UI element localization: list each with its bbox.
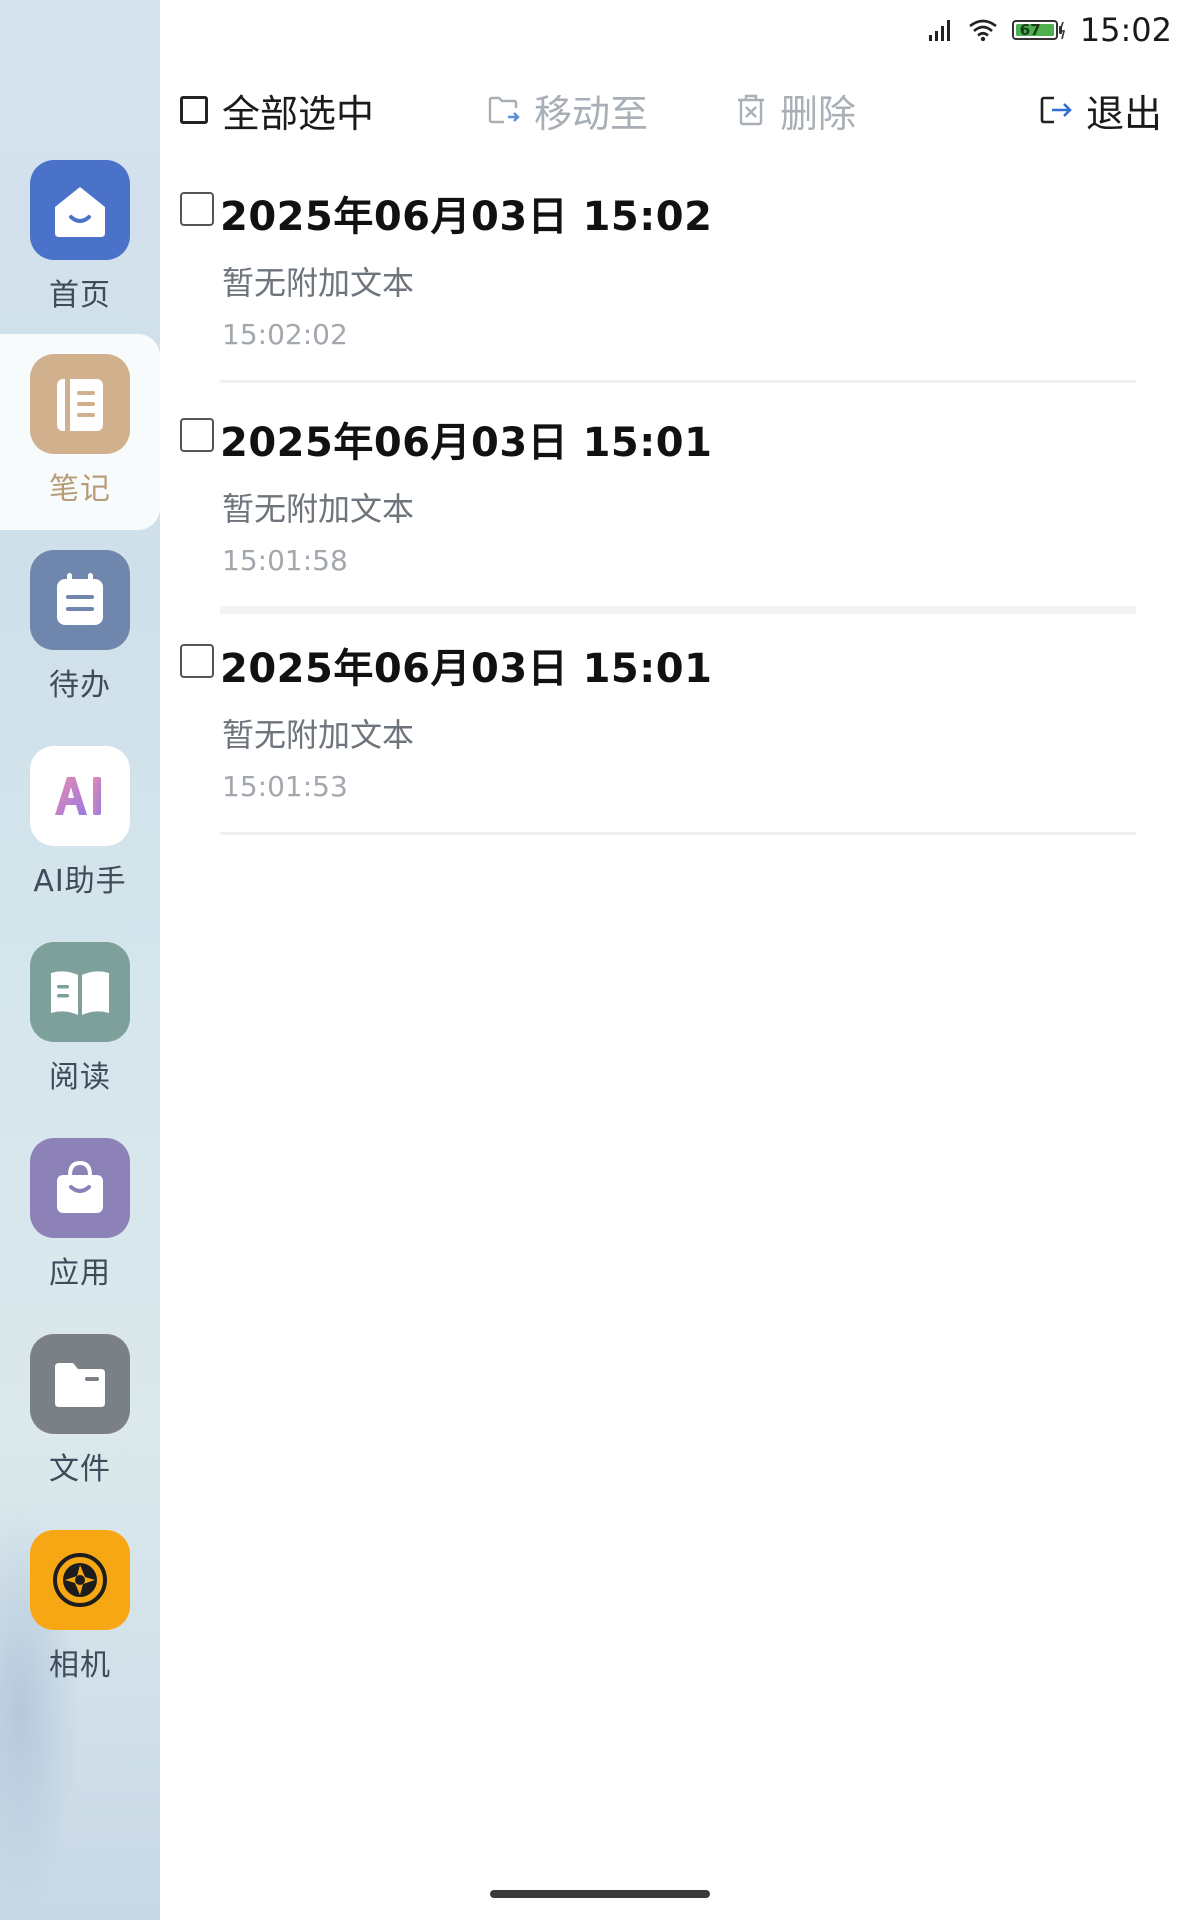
calendar-todo-icon xyxy=(30,550,130,650)
list-item[interactable]: 2025年06月03日 15:02 暂无附加文本 15:02:02 xyxy=(176,190,1176,416)
sidebar-item-reading[interactable]: 阅读 xyxy=(0,922,160,1118)
exit-label: 退出 xyxy=(1086,91,1163,136)
note-checkbox[interactable] xyxy=(180,418,214,452)
move-to-label: 移动至 xyxy=(534,91,649,136)
sidebar-item-apps[interactable]: 应用 xyxy=(0,1118,160,1314)
divider xyxy=(220,606,1136,614)
select-all-label: 全部选中 xyxy=(222,91,375,136)
list-item[interactable]: 2025年06月03日 15:01 暂无附加文本 15:01:53 xyxy=(176,642,1176,868)
sidebar-item-home[interactable]: 首页 xyxy=(0,140,160,336)
sidebar-item-todo[interactable]: 待办 xyxy=(0,530,160,726)
sidebar-item-label: 笔记 xyxy=(49,472,111,507)
note-time: 15:01:53 xyxy=(222,770,348,803)
list-item[interactable]: 2025年06月03日 15:01 暂无附加文本 15:01:58 xyxy=(176,416,1176,642)
book-icon xyxy=(30,942,130,1042)
battery-level: 67 xyxy=(1019,21,1041,39)
note-subtitle: 暂无附加文本 xyxy=(222,490,415,528)
ai-assistant-icon xyxy=(30,746,130,846)
status-time: 15:02 xyxy=(1079,11,1172,49)
selection-toolbar: 全部选中 移动至 删除 退出 xyxy=(176,80,1180,140)
folder-move-icon xyxy=(488,96,520,124)
checkbox-icon xyxy=(180,96,208,124)
home-indicator[interactable] xyxy=(490,1890,710,1898)
note-title: 2025年06月03日 15:01 xyxy=(220,420,713,466)
battery-icon: 67 xyxy=(1011,18,1066,42)
sidebar-item-label: 阅读 xyxy=(49,1060,111,1095)
divider xyxy=(220,380,1136,383)
note-time: 15:01:58 xyxy=(222,544,348,577)
delete-button[interactable]: 删除 xyxy=(736,80,856,140)
delete-label: 删除 xyxy=(780,91,857,136)
exit-icon xyxy=(1040,96,1072,124)
camera-icon xyxy=(30,1530,130,1630)
sidebar-item-ai-assistant[interactable]: AI助手 xyxy=(0,726,160,922)
note-list: 2025年06月03日 15:02 暂无附加文本 15:02:02 2025年0… xyxy=(176,190,1176,868)
sidebar-item-camera[interactable]: 相机 xyxy=(0,1510,160,1706)
divider xyxy=(220,832,1136,835)
note-time: 15:02:02 xyxy=(222,318,348,351)
sidebar-item-label: 文件 xyxy=(49,1452,111,1487)
note-checkbox[interactable] xyxy=(180,644,214,678)
signal-icon xyxy=(928,20,950,41)
sidebar-item-notes[interactable]: 笔记 xyxy=(0,334,160,530)
note-title: 2025年06月03日 15:01 xyxy=(220,646,713,692)
sidebar-item-label: 待办 xyxy=(49,668,111,703)
sidebar-item-files[interactable]: 文件 xyxy=(0,1314,160,1510)
sidebar-item-label: 首页 xyxy=(49,278,111,313)
wifi-icon xyxy=(968,19,997,42)
sidebar-item-label: AI助手 xyxy=(33,864,127,899)
folder-icon xyxy=(30,1334,130,1434)
note-checkbox[interactable] xyxy=(180,192,214,226)
note-subtitle: 暂无附加文本 xyxy=(222,716,415,754)
sidebar-item-label: 应用 xyxy=(49,1256,111,1291)
note-subtitle: 暂无附加文本 xyxy=(222,264,415,302)
home-icon xyxy=(30,160,130,260)
exit-button[interactable]: 退出 xyxy=(1040,80,1162,140)
trash-icon xyxy=(738,94,764,126)
move-to-button[interactable]: 移动至 xyxy=(488,80,648,140)
sidebar-item-label: 相机 xyxy=(49,1648,111,1683)
app-sidebar: 首页 笔记 待办 AI助手 阅读 应用 文件 相机 xyxy=(0,0,160,1920)
note-title: 2025年06月03日 15:02 xyxy=(220,194,713,240)
select-all-button[interactable]: 全部选中 xyxy=(180,80,374,140)
notebook-icon xyxy=(30,354,130,454)
shopping-bag-icon xyxy=(30,1138,130,1238)
status-bar: 67 15:02 xyxy=(928,8,1172,52)
